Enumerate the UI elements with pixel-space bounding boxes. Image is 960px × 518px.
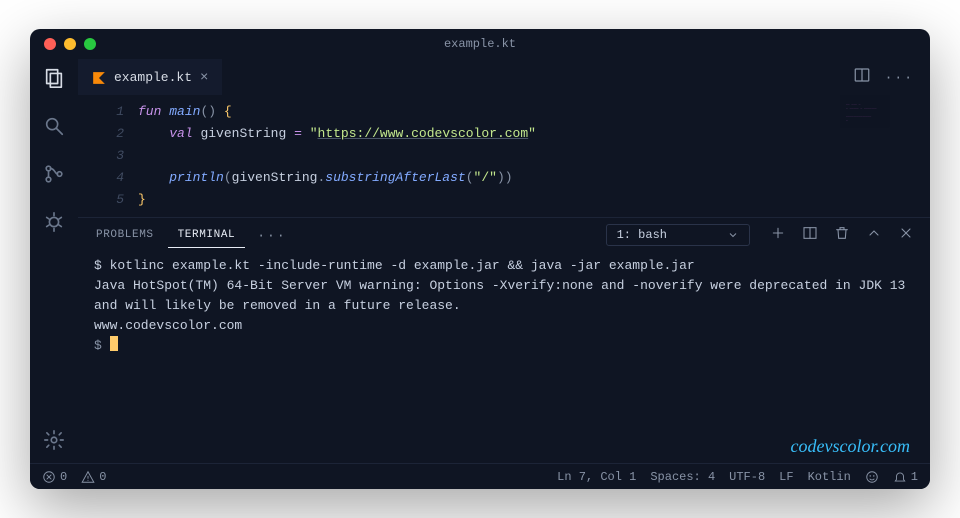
status-warnings[interactable]: 0 bbox=[81, 470, 106, 484]
tab-label: example.kt bbox=[114, 70, 192, 85]
watermark: codevscolor.com bbox=[791, 436, 910, 457]
window-title: example.kt bbox=[30, 37, 930, 51]
status-bar: 0 0 Ln 7, Col 1 Spaces: 4 UTF-8 LF Kotli… bbox=[30, 463, 930, 489]
close-panel-icon[interactable] bbox=[898, 225, 914, 245]
status-language[interactable]: Kotlin bbox=[808, 470, 851, 484]
status-feedback-icon[interactable] bbox=[865, 470, 879, 484]
status-indent[interactable]: Spaces: 4 bbox=[650, 470, 715, 484]
kotlin-file-icon bbox=[92, 71, 106, 85]
terminal-select-label: 1: bash bbox=[617, 228, 667, 242]
activity-bar bbox=[30, 59, 78, 463]
split-editor-icon[interactable] bbox=[853, 66, 871, 88]
close-tab-icon[interactable]: × bbox=[200, 70, 208, 86]
status-notifications[interactable]: 1 bbox=[893, 470, 918, 484]
kill-terminal-icon[interactable] bbox=[834, 225, 850, 245]
new-terminal-icon[interactable] bbox=[770, 225, 786, 245]
minimap[interactable]: ▬▬ ▬▬▬ ▬ ▬ ▬▬▬▬▬ ▬ ▬▬▬▬▬▬▬ ▬▬▬▬▬▬▬▬▬▬▬▬▬… bbox=[840, 95, 930, 217]
status-cursor-pos[interactable]: Ln 7, Col 1 bbox=[557, 470, 636, 484]
more-actions-icon[interactable]: ··· bbox=[885, 70, 914, 85]
code-area[interactable]: fun main() { val givenString = "https://… bbox=[138, 95, 930, 217]
status-eol[interactable]: LF bbox=[779, 470, 793, 484]
maximize-panel-icon[interactable] bbox=[866, 225, 882, 245]
run-debug-icon[interactable] bbox=[41, 209, 67, 235]
tab-bar: example.kt × ··· bbox=[78, 59, 930, 95]
line-numbers: 1 2 3 4 5 bbox=[78, 95, 138, 217]
tab-terminal[interactable]: TERMINAL bbox=[168, 223, 246, 248]
settings-gear-icon[interactable] bbox=[41, 427, 67, 453]
search-icon[interactable] bbox=[41, 113, 67, 139]
bottom-panel: PROBLEMS TERMINAL ··· 1: bash bbox=[78, 217, 930, 366]
source-control-icon[interactable] bbox=[41, 161, 67, 187]
editor[interactable]: 1 2 3 4 5 fun main() { val givenString =… bbox=[78, 95, 930, 217]
status-encoding[interactable]: UTF-8 bbox=[729, 470, 765, 484]
status-errors[interactable]: 0 bbox=[42, 470, 67, 484]
terminal-cursor bbox=[110, 336, 118, 351]
vscode-window: example.kt example.kt × ··· bbox=[30, 29, 930, 489]
chevron-down-icon bbox=[727, 229, 739, 241]
terminal-output[interactable]: $ kotlinc example.kt -include-runtime -d… bbox=[78, 252, 930, 366]
panel-overflow-icon[interactable]: ··· bbox=[249, 228, 294, 243]
titlebar: example.kt bbox=[30, 29, 930, 59]
explorer-icon[interactable] bbox=[41, 65, 67, 91]
tab-example-kt[interactable]: example.kt × bbox=[78, 59, 222, 95]
terminal-select[interactable]: 1: bash bbox=[606, 224, 750, 246]
split-terminal-icon[interactable] bbox=[802, 225, 818, 245]
tab-problems[interactable]: PROBLEMS bbox=[86, 223, 164, 247]
